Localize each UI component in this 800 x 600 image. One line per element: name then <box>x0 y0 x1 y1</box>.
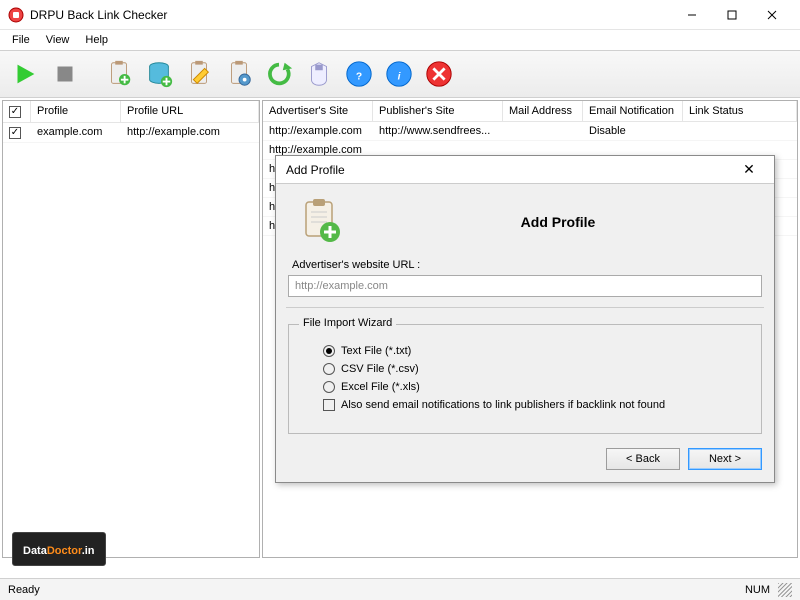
dialog-heading: Add Profile <box>362 214 754 230</box>
option-csv[interactable]: CSV File (*.csv) <box>323 363 747 375</box>
resize-grip-icon[interactable] <box>778 583 792 597</box>
file-import-fieldset: File Import Wizard Text File (*.txt) CSV… <box>288 324 762 434</box>
clipboard-edit-button[interactable] <box>180 55 218 93</box>
divider <box>286 307 764 308</box>
menubar: File View Help <box>0 30 800 50</box>
brand-badge: DataDoctor.in <box>12 532 106 566</box>
clipboard-add-button[interactable] <box>100 55 138 93</box>
row-check-icon[interactable] <box>9 127 21 139</box>
col-profile-url[interactable]: Profile URL <box>121 101 259 122</box>
maximize-button[interactable] <box>712 1 752 29</box>
col-check[interactable] <box>3 101 31 122</box>
col-advertiser[interactable]: Advertiser's Site <box>263 101 373 121</box>
back-button[interactable]: < Back <box>606 448 680 470</box>
status-num: NUM <box>745 584 770 596</box>
radio-icon <box>323 381 335 393</box>
url-label: Advertiser's website URL : <box>292 259 762 271</box>
database-add-button[interactable] <box>140 55 178 93</box>
col-notification[interactable]: Email Notification <box>583 101 683 121</box>
brand-c: .in <box>82 545 95 557</box>
app-icon <box>8 7 24 23</box>
fieldset-legend: File Import Wizard <box>299 317 396 329</box>
close-button[interactable] <box>752 1 792 29</box>
advertiser-url-input[interactable]: http://example.com <box>288 275 762 297</box>
clipboard-settings-button[interactable] <box>220 55 258 93</box>
dialog-title: Add Profile <box>286 163 734 177</box>
profile-name: example.com <box>31 123 121 142</box>
save-button[interactable] <box>300 55 338 93</box>
titlebar: DRPU Back Link Checker <box>0 0 800 30</box>
profile-url: http://example.com <box>121 123 259 142</box>
profiles-pane: Profile Profile URL example.com http://e… <box>2 100 260 558</box>
col-publisher[interactable]: Publisher's Site <box>373 101 503 121</box>
radio-icon <box>323 345 335 357</box>
help-button[interactable]: ? <box>340 55 378 93</box>
menu-view[interactable]: View <box>38 32 78 48</box>
minimize-button[interactable] <box>672 1 712 29</box>
col-mail[interactable]: Mail Address <box>503 101 583 121</box>
checkbox-icon <box>323 399 335 411</box>
radio-icon <box>323 363 335 375</box>
option-xls[interactable]: Excel File (*.xls) <box>323 381 747 393</box>
menu-file[interactable]: File <box>4 32 38 48</box>
brand-a: Data <box>23 545 47 557</box>
next-button[interactable]: Next > <box>688 448 762 470</box>
statusbar: Ready NUM <box>0 578 800 600</box>
profile-row[interactable]: example.com http://example.com <box>3 123 259 143</box>
link-row[interactable]: http://example.comhttp://www.sendfrees..… <box>263 122 797 141</box>
info-button[interactable]: i <box>380 55 418 93</box>
option-email-notify[interactable]: Also send email notifications to link pu… <box>323 399 747 411</box>
clipboard-add-icon <box>296 196 344 247</box>
toolbar: ? i <box>0 50 800 98</box>
option-txt[interactable]: Text File (*.txt) <box>323 345 747 357</box>
add-profile-dialog: Add Profile ✕ Add Profile Advertiser's w… <box>275 155 775 483</box>
stop-button[interactable] <box>46 55 84 93</box>
window-title: DRPU Back Link Checker <box>30 8 672 22</box>
col-status[interactable]: Link Status <box>683 101 797 121</box>
status-ready: Ready <box>8 584 40 596</box>
svg-text:?: ? <box>356 72 362 83</box>
cancel-button[interactable] <box>420 55 458 93</box>
window-buttons <box>672 1 792 29</box>
refresh-button[interactable] <box>260 55 298 93</box>
menu-help[interactable]: Help <box>77 32 116 48</box>
col-profile[interactable]: Profile <box>31 101 121 122</box>
brand-b: Doctor <box>47 545 82 557</box>
dialog-close-button[interactable]: ✕ <box>734 161 764 178</box>
play-button[interactable] <box>6 55 44 93</box>
